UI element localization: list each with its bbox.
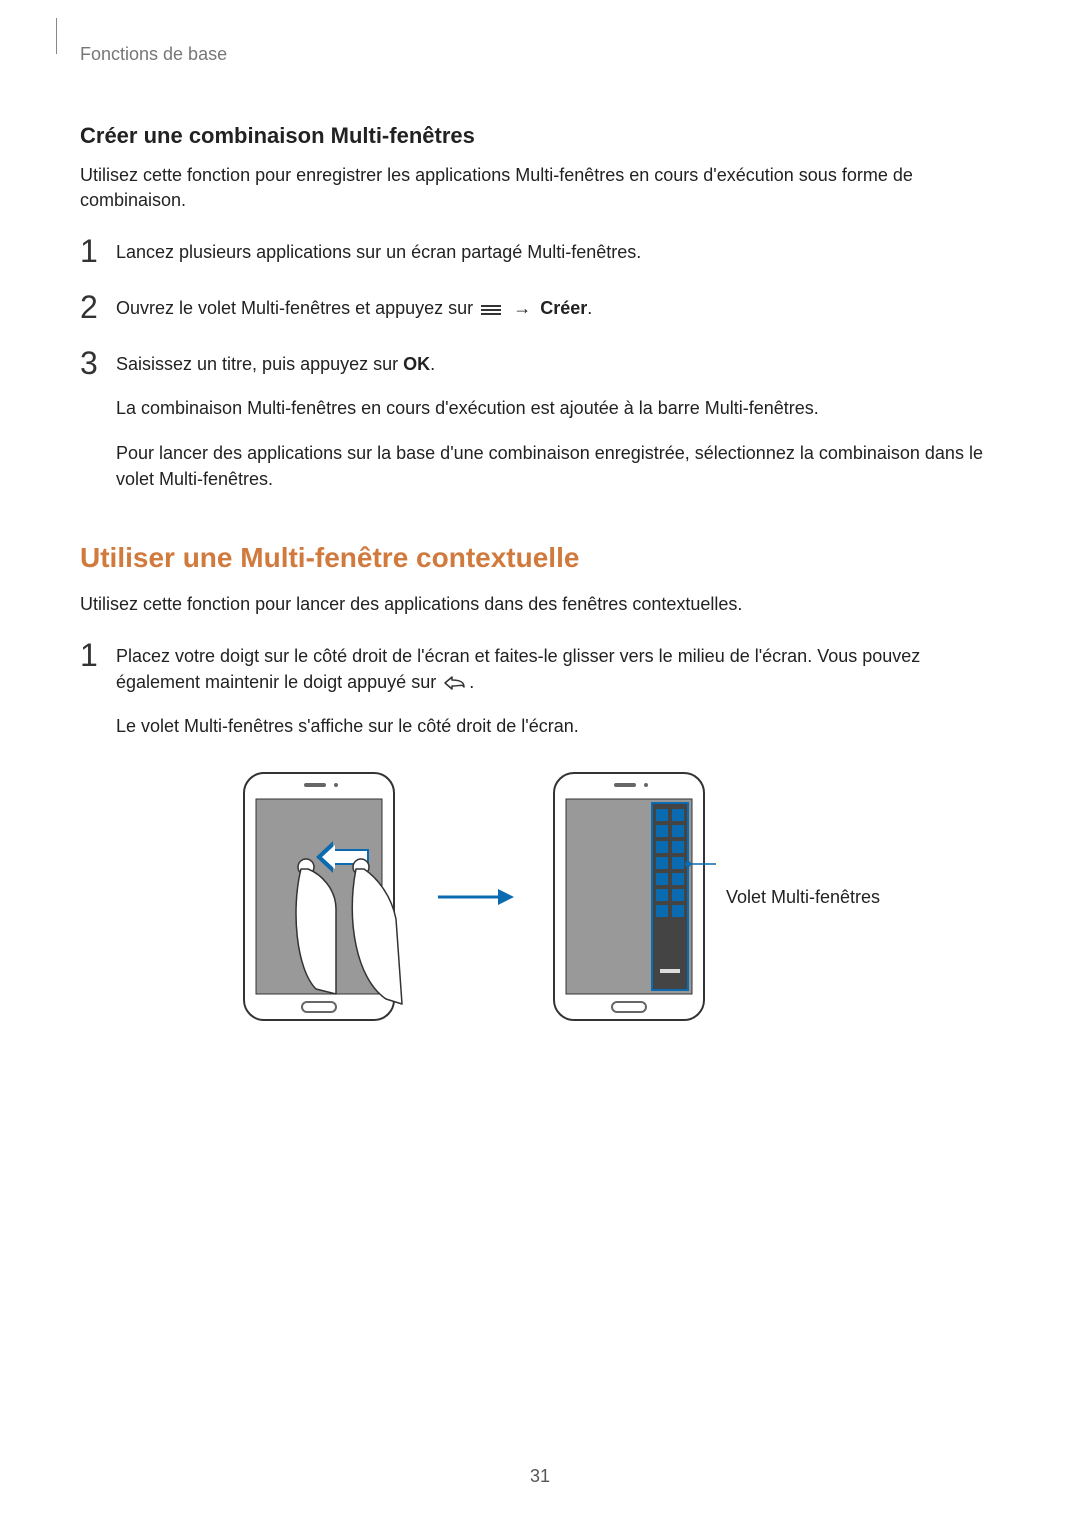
step-text: Ouvrez le volet Multi-fenêtres et appuye… [116,295,1000,321]
section2-intro: Utilisez cette fonction pour lancer des … [80,592,1000,617]
step-2: 2 Ouvrez le volet Multi-fenêtres et appu… [80,295,1000,323]
step-text: La combinaison Multi-fenêtres en cours d… [116,395,1000,421]
section1-intro: Utilisez cette fonction pour enregistrer… [80,163,1000,213]
step-text: Lancez plusieurs applications sur un écr… [116,239,1000,265]
step-number: 1 [80,235,116,267]
step-3: 3 Saisissez un titre, puis appuyez sur O… [80,351,1000,491]
breadcrumb: Fonctions de base [80,44,1000,65]
section2-step-1: 1 Placez votre doigt sur le côté droit d… [80,643,1000,1024]
figure-row: Volet Multi-fenêtres [116,769,1000,1024]
back-icon [442,675,468,691]
callout-label: Volet Multi-fenêtres [726,884,880,910]
step-text: Placez votre doigt sur le côté droit de … [116,643,1000,695]
manual-page: Fonctions de base Créer une combinaison … [0,0,1080,1527]
step-text: Saisissez un titre, puis appuyez sur OK. [116,351,1000,377]
step-number: 1 [80,639,116,671]
step-number: 3 [80,347,116,379]
step-1: 1 Lancez plusieurs applications sur un é… [80,239,1000,267]
step-text: Le volet Multi-fenêtres s'affiche sur le… [116,713,1000,739]
arrow-right-icon [436,887,516,907]
menu-icon [479,304,503,316]
page-number: 31 [0,1466,1080,1487]
section2-heading: Utiliser une Multi-fenêtre contextuelle [80,542,1000,574]
header-divider [56,18,57,54]
phone-panel-figure: Volet Multi-fenêtres [546,769,880,1024]
step-text: Pour lancer des applications sur la base… [116,440,1000,492]
section1-heading: Créer une combinaison Multi-fenêtres [80,123,1000,149]
step-number: 2 [80,291,116,323]
phone-swipe-figure [236,769,406,1024]
